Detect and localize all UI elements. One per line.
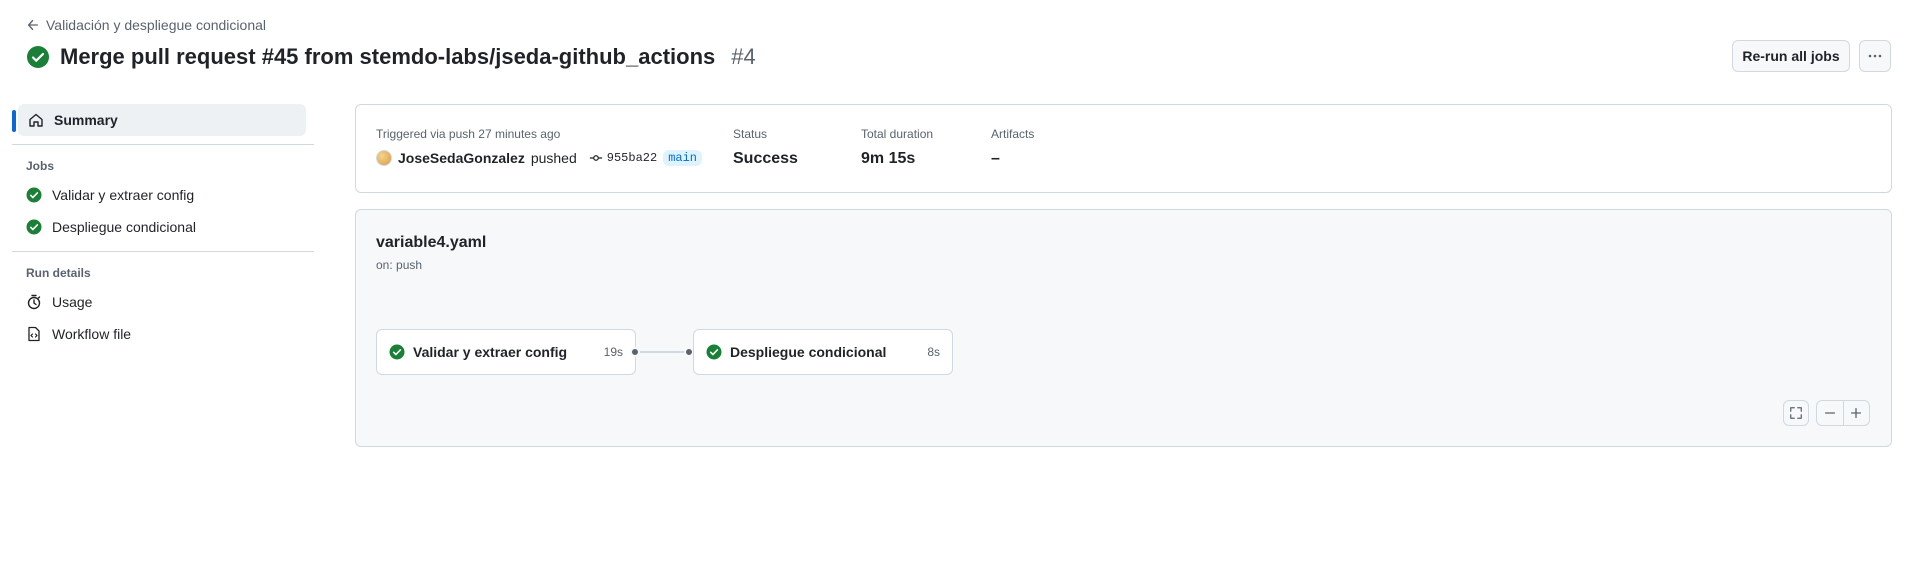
duration-value[interactable]: 9m 15s	[861, 150, 933, 168]
git-commit-icon	[589, 155, 602, 161]
success-check-icon	[389, 344, 405, 360]
plus-icon	[1851, 407, 1862, 419]
commit-sha: 955ba22	[606, 151, 658, 165]
trigger-details: JoseSedaGonzalez pushed 955ba22 main	[376, 150, 702, 166]
sidebar-item-job-despliegue[interactable]: Despliegue condicional	[12, 211, 314, 243]
workflow-graph: variable4.yaml on: push Validar y extrae…	[355, 209, 1892, 447]
sidebar-item-label: Summary	[54, 112, 118, 128]
sidebar-item-usage[interactable]: Usage	[12, 286, 314, 318]
artifacts-value: –	[991, 150, 1000, 167]
zoom-in-button[interactable]	[1842, 401, 1869, 425]
trigger-info: Triggered via push 27 minutes ago JoseSe…	[376, 127, 702, 166]
workflow-trigger: on: push	[376, 258, 423, 272]
zoom-controls	[1816, 400, 1870, 426]
kebab-horizontal-icon	[1868, 54, 1882, 58]
sidebar-divider	[12, 251, 314, 252]
sidebar-item-label: Despliegue condicional	[52, 219, 196, 235]
sidebar-divider	[12, 144, 314, 145]
sidebar: Summary Jobs Validar y extraer config De…	[12, 104, 314, 350]
run-title: Merge pull request #45 from stemdo-labs/…	[60, 44, 716, 69]
rerun-all-jobs-button[interactable]: Re-run all jobs	[1732, 40, 1850, 72]
job-duration: 8s	[927, 345, 940, 359]
zoom-out-button[interactable]	[1817, 401, 1843, 425]
actor-link[interactable]: JoseSedaGonzalez	[398, 150, 525, 166]
success-check-icon	[27, 46, 49, 68]
status-value: Success	[733, 150, 798, 167]
success-check-icon	[26, 187, 42, 203]
back-link-label: Validación y despliegue condicional	[46, 17, 267, 33]
job-name: Validar y extraer config	[413, 344, 568, 360]
sidebar-item-label: Usage	[52, 294, 93, 310]
duration-label: Total duration	[861, 127, 934, 141]
status-label: Status	[733, 127, 768, 141]
job-name: Despliegue condicional	[730, 344, 887, 360]
success-check-icon	[706, 344, 722, 360]
trigger-label: Triggered via push 27 minutes ago	[376, 127, 561, 141]
fullscreen-button[interactable]	[1783, 400, 1809, 426]
job-card-validar[interactable]: Validar y extraer config 19s	[376, 329, 636, 375]
connector-dot	[630, 347, 640, 357]
duration-info: Total duration 9m 15s	[861, 127, 933, 168]
run-summary-card: Triggered via push 27 minutes ago JoseSe…	[355, 104, 1892, 193]
sidebar-item-label: Validar y extraer config	[52, 187, 195, 203]
artifacts-info: Artifacts –	[991, 127, 1034, 168]
sidebar-item-job-validar[interactable]: Validar y extraer config	[12, 179, 314, 211]
sidebar-item-label: Workflow file	[52, 326, 132, 342]
more-options-button[interactable]	[1859, 40, 1891, 72]
back-link[interactable]: Validación y despliegue condicional	[26, 17, 266, 33]
job-connector	[635, 351, 689, 353]
success-check-icon	[26, 219, 42, 235]
sidebar-item-workflow-file[interactable]: Workflow file	[12, 318, 314, 350]
job-duration: 19s	[603, 345, 623, 359]
home-icon	[29, 113, 43, 127]
minus-icon	[1824, 412, 1836, 414]
jobs-heading: Jobs	[26, 159, 55, 173]
run-details-heading: Run details	[26, 266, 91, 280]
arrow-left-icon	[27, 19, 39, 31]
fullscreen-icon	[1790, 407, 1802, 419]
action-text: pushed	[530, 150, 577, 166]
artifacts-label: Artifacts	[991, 127, 1035, 141]
avatar[interactable]	[376, 150, 392, 166]
file-code-icon	[28, 326, 40, 342]
status-info: Status Success	[733, 127, 798, 168]
workflow-file-name: variable4.yaml	[376, 234, 487, 251]
commit-link[interactable]: 955ba22	[589, 151, 657, 165]
stopwatch-icon	[27, 294, 41, 310]
branch-badge[interactable]: main	[663, 150, 702, 166]
run-number: #4	[731, 44, 756, 69]
sidebar-item-summary[interactable]: Summary	[12, 104, 306, 136]
job-card-despliegue[interactable]: Despliegue condicional 8s	[693, 329, 953, 375]
page-title: Merge pull request #45 from stemdo-labs/…	[26, 44, 756, 70]
